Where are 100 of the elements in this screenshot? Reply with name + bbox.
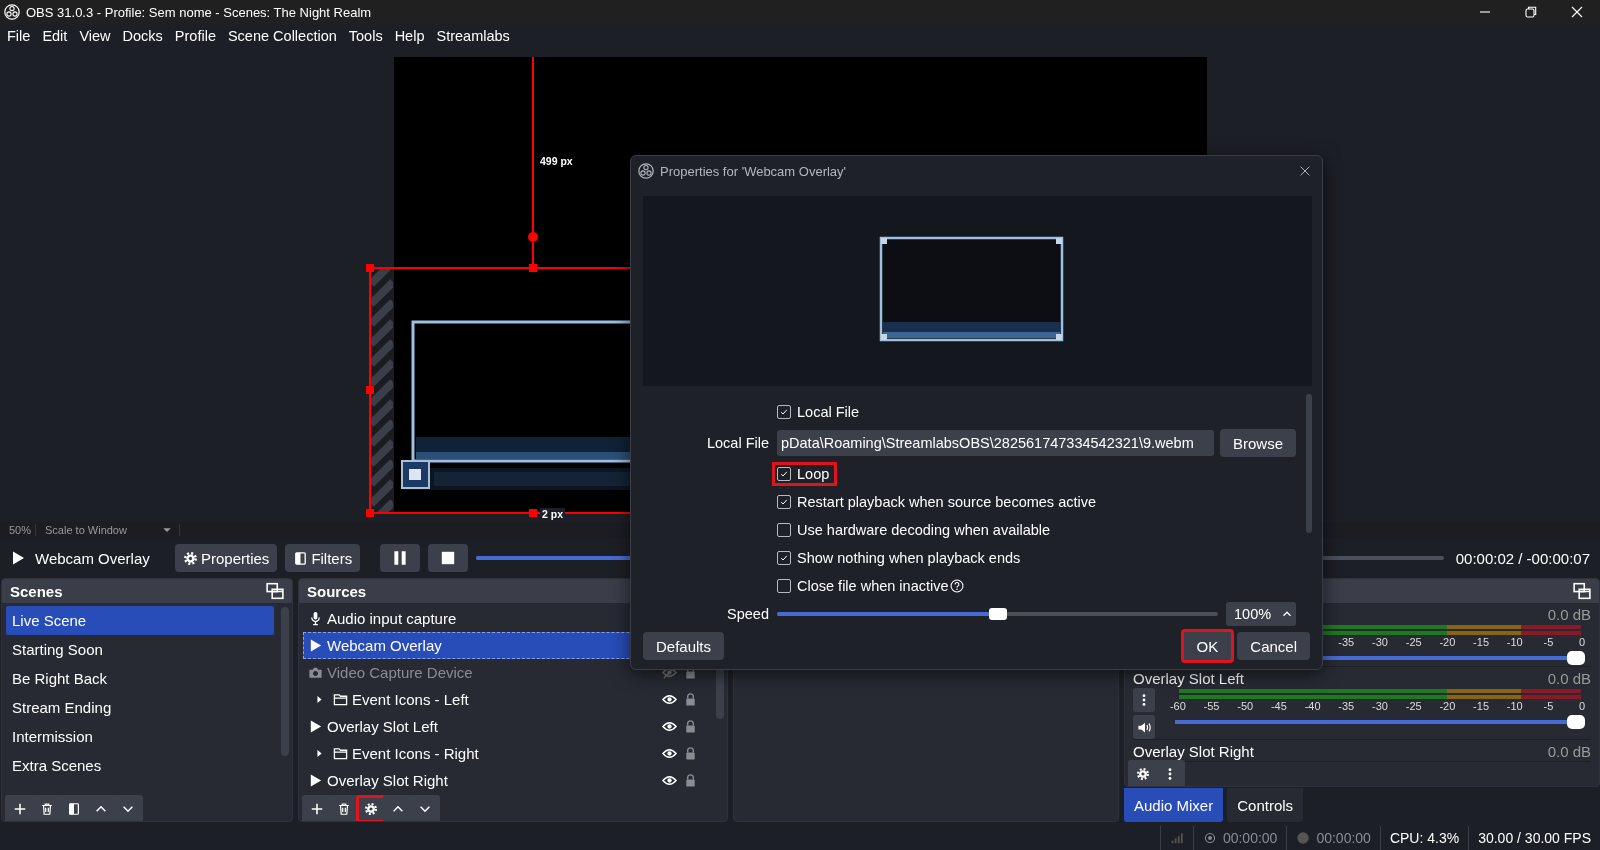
source-item[interactable]: Overlay Slot Left	[303, 713, 709, 740]
play-icon	[308, 773, 323, 788]
folder-icon	[333, 692, 348, 707]
microphone-icon	[308, 611, 323, 626]
menu-item[interactable]: Tools	[342, 26, 389, 46]
volume-reading: 0.0 dB	[1547, 669, 1591, 687]
dock-tab[interactable]: Controls	[1227, 788, 1304, 822]
properties-button[interactable]	[356, 795, 386, 821]
scene-item[interactable]: Live Scene	[6, 606, 274, 635]
play-icon	[308, 719, 323, 734]
scene-item[interactable]: Be Right Back	[6, 664, 274, 693]
scene-item[interactable]: Extra Scenes	[6, 751, 274, 780]
field-label: Speed	[726, 606, 769, 622]
tick-label: -5	[1542, 700, 1555, 712]
menu-item[interactable]: Scene Collection	[221, 26, 343, 46]
menu-button[interactable]	[1155, 760, 1185, 786]
settings-icon	[364, 802, 378, 816]
source-item[interactable]: Audio input capture	[303, 605, 709, 632]
menu-button[interactable]	[1133, 688, 1155, 712]
properties-button[interactable]: Properties	[175, 544, 278, 572]
menu-item[interactable]: File	[1, 26, 37, 46]
filters-button[interactable]: Filters	[285, 544, 361, 572]
settings-icon	[1136, 767, 1150, 781]
tick-label: -55	[1202, 700, 1221, 712]
restore-icon[interactable]	[1523, 4, 1539, 20]
channel-name: Overlay Slot Left	[1133, 669, 1244, 687]
source-item[interactable]: Event Icons - Right	[303, 740, 709, 767]
trash-icon	[337, 802, 351, 816]
dock-tab[interactable]: Audio Mixer	[1124, 788, 1224, 822]
tick-label: -15	[1472, 700, 1490, 712]
dialog-button[interactable]: Defaults	[643, 632, 725, 660]
add-button[interactable]	[302, 795, 332, 821]
fps-counter: 30.00 / 30.00 FPS	[1468, 826, 1600, 850]
tick-label: -25	[1404, 636, 1423, 648]
menu-item[interactable]: Help	[388, 26, 431, 46]
tick-label: 0	[1578, 700, 1587, 712]
play-icon	[10, 550, 26, 566]
checkbox[interactable]: Show nothing when playback ends	[772, 546, 1029, 570]
tick-label: -50	[1236, 700, 1255, 712]
tick-label: -20	[1438, 700, 1457, 712]
add-button[interactable]	[5, 795, 35, 821]
plus-icon	[310, 802, 324, 816]
properties-button[interactable]	[1128, 760, 1158, 786]
float-dock-icon[interactable]	[1573, 582, 1591, 600]
menu-item[interactable]: Edit	[36, 26, 74, 46]
tick-label: -10	[1505, 636, 1524, 648]
checkbox[interactable]: Close file when inactive	[772, 574, 972, 598]
pause-button[interactable]	[380, 544, 421, 572]
eye-icon[interactable]	[662, 773, 677, 788]
checkbox[interactable]: Use hardware decoding when available	[772, 518, 1059, 542]
browse-button[interactable]: Browse	[1219, 429, 1296, 457]
menu-item[interactable]: Profile	[168, 26, 222, 46]
record-icon	[1296, 831, 1311, 845]
caret-icon	[314, 748, 325, 759]
tick-label: -15	[1472, 636, 1490, 648]
move-down-button[interactable]	[113, 795, 143, 821]
menu-item[interactable]: Streamlabs	[430, 26, 516, 46]
close-icon[interactable]	[1298, 164, 1312, 178]
eye-icon[interactable]	[662, 719, 677, 734]
padlock-icon[interactable]	[683, 746, 698, 761]
scale-dropdown[interactable]: Scale to Window	[36, 524, 180, 536]
padlock-icon[interactable]	[683, 719, 698, 734]
slider-thumb[interactable]	[988, 608, 1007, 620]
move-down-button[interactable]	[410, 795, 440, 821]
eye-icon[interactable]	[662, 692, 677, 707]
menu-item[interactable]: View	[73, 26, 117, 46]
tick-label: -25	[1404, 700, 1423, 712]
play-icon	[308, 638, 323, 653]
menu-item[interactable]: Docks	[116, 26, 169, 46]
speed-spinbox[interactable]: 100%	[1226, 602, 1296, 626]
dialog-button[interactable]: OK	[1180, 629, 1235, 663]
folder-icon	[333, 746, 348, 761]
padlock-icon[interactable]	[683, 773, 698, 788]
camera-icon	[308, 665, 323, 680]
cpu-usage: CPU: 4.3%	[1379, 826, 1469, 850]
panel-title: Sources	[307, 582, 367, 600]
scene-item[interactable]: Starting Soon	[6, 635, 274, 664]
float-dock-icon[interactable]	[266, 582, 284, 600]
tick-label: -20	[1438, 636, 1457, 648]
source-item[interactable]: Overlay Slot Right	[303, 767, 709, 794]
source-name: Webcam Overlay	[35, 549, 151, 567]
close-icon[interactable]	[1569, 4, 1585, 20]
dialog-button[interactable]: Cancel	[1237, 632, 1310, 660]
window-title: OBS 31.0.3 - Profile: Sem nome - Scenes: The Night Realm	[26, 4, 372, 20]
source-item[interactable]: Event Icons - Left	[303, 686, 709, 713]
signal-icon	[1169, 831, 1184, 845]
stop-button[interactable]	[428, 544, 469, 572]
mute-button[interactable]	[1133, 715, 1155, 739]
tick-label: -35	[1337, 700, 1356, 712]
filter-icon	[67, 802, 81, 816]
eye-icon[interactable]	[662, 746, 677, 761]
scene-item[interactable]: Stream Ending	[6, 693, 274, 722]
broadcast-icon	[1202, 831, 1217, 845]
tick-label: -30	[1371, 636, 1389, 648]
tick-label: -60	[1168, 700, 1187, 712]
tick-label: 0	[1578, 636, 1587, 648]
scene-item[interactable]: Intermission	[6, 722, 274, 751]
padlock-icon[interactable]	[683, 692, 698, 707]
remove-button[interactable]	[329, 795, 359, 821]
tick-label: -10	[1505, 700, 1524, 712]
